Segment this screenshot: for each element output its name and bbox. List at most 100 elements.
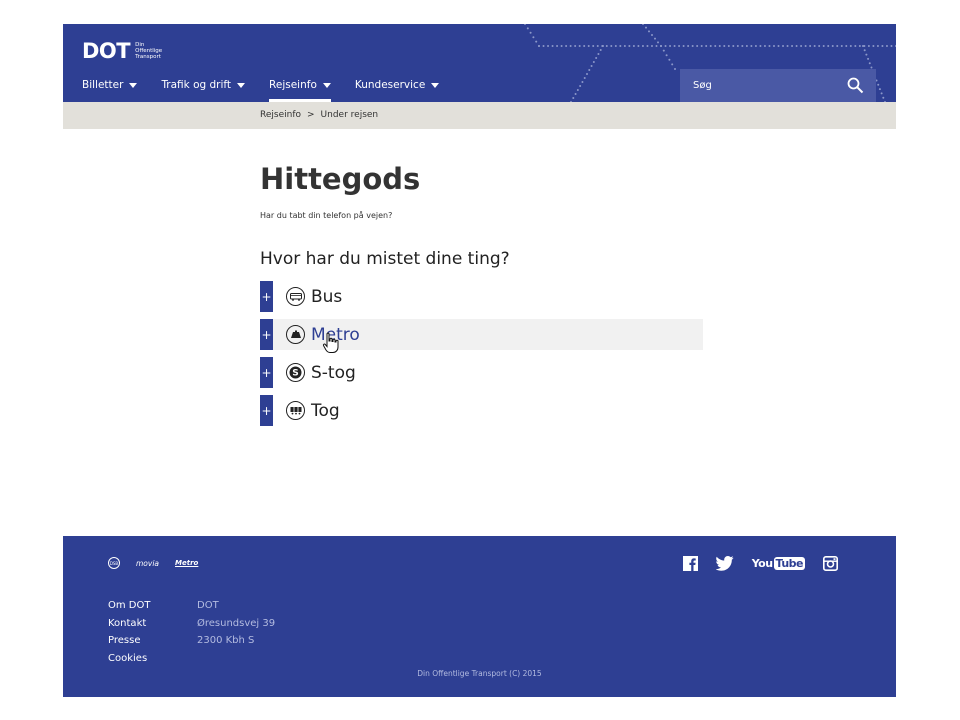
pattern-dot <box>845 45 848 47</box>
social-links: You Tube <box>665 556 838 571</box>
nav-item-trafik-og-drift[interactable]: Trafik og drift <box>161 79 246 91</box>
breadcrumb-link-rejseinfo[interactable]: Rejseinfo <box>260 110 301 120</box>
nav-item-kundeservice[interactable]: Kundeservice <box>355 79 440 91</box>
pattern-dot <box>596 45 599 47</box>
metro-logo[interactable]: Metro <box>175 559 198 567</box>
pattern-dot <box>786 45 789 47</box>
page-title: Hittegods <box>260 162 421 196</box>
site-footer: DSB movia Metro You Tube Om DOT Kontakt P… <box>63 536 896 697</box>
site-header: DOT Din Offentlige Transport Billetter T… <box>63 24 896 102</box>
svg-text:S: S <box>292 369 298 379</box>
youtube-text-tube: Tube <box>773 557 805 570</box>
pattern-dot <box>791 45 794 47</box>
pattern-dot <box>882 96 885 99</box>
pattern-dot <box>576 89 579 91</box>
caret-down-icon <box>237 82 246 88</box>
accordion-item-bus[interactable]: + Bus <box>260 281 703 312</box>
youtube-icon[interactable]: You Tube <box>752 557 805 570</box>
accordion-item-s-tog[interactable]: + S S-tog <box>260 357 703 388</box>
footer-link-presse[interactable]: Presse <box>108 632 150 650</box>
pattern-dot <box>862 45 864 47</box>
expand-plus-icon[interactable]: + <box>260 319 273 350</box>
pattern-dot <box>878 88 881 91</box>
pattern-dot <box>538 45 540 47</box>
pattern-dot <box>877 83 880 86</box>
pattern-dot <box>800 45 803 47</box>
footer-address: DOT Øresundsvej 39 2300 Kbh S <box>197 597 275 650</box>
pattern-dot <box>645 26 647 29</box>
pattern-dot <box>632 45 635 47</box>
footer-link-om-dot[interactable]: Om DOT <box>108 597 150 615</box>
pattern-dot <box>795 45 798 47</box>
pattern-dot <box>650 45 653 47</box>
section-heading: Hvor har du mistet dine ting? <box>260 249 510 269</box>
expand-plus-icon[interactable]: + <box>260 357 273 388</box>
pattern-dot <box>674 68 676 70</box>
expand-plus-icon[interactable]: + <box>260 281 273 312</box>
pattern-dot <box>662 49 665 52</box>
pattern-dot <box>642 24 644 25</box>
search-input[interactable] <box>693 80 843 91</box>
pattern-dot <box>583 77 586 79</box>
pattern-dot <box>741 45 744 47</box>
dot-logo[interactable]: DOT Din Offentlige Transport <box>82 39 175 63</box>
breadcrumb-bar: Rejseinfo > Under rejsen <box>63 102 896 129</box>
pattern-dot <box>687 45 690 47</box>
nav-item-rejseinfo[interactable]: Rejseinfo <box>269 79 331 102</box>
instagram-icon[interactable] <box>823 556 838 571</box>
pattern-dot <box>691 45 694 47</box>
pattern-dot <box>723 45 726 47</box>
logo-subtitle: Din Offentlige Transport <box>135 42 175 61</box>
accordion-item-tog[interactable]: + Tog <box>260 395 703 426</box>
pattern-dot <box>648 30 650 33</box>
nav-item-label: Billetter <box>82 79 124 91</box>
pattern-dot <box>547 45 550 47</box>
pattern-dot <box>535 40 538 43</box>
pattern-dot <box>880 92 883 95</box>
pattern-dot <box>623 45 626 47</box>
pattern-dot <box>586 73 588 75</box>
pattern-dot <box>818 45 821 47</box>
pattern-dot <box>750 45 753 47</box>
youtube-text-you: You <box>751 557 773 570</box>
pattern-dot <box>872 45 875 47</box>
pattern-dot <box>858 45 861 47</box>
expand-plus-icon[interactable]: + <box>260 395 273 426</box>
pattern-dot <box>595 57 598 59</box>
address-line: Øresundsvej 39 <box>197 617 276 629</box>
facebook-icon[interactable] <box>682 556 698 571</box>
intro-text: Har du tabt din telefon på vejen? <box>260 211 393 220</box>
pattern-dot <box>700 45 703 47</box>
pattern-dot <box>885 45 888 47</box>
footer-link-kontakt[interactable]: Kontakt <box>108 615 150 633</box>
pattern-dot <box>551 45 554 47</box>
movia-logo[interactable]: movia <box>136 559 159 568</box>
pattern-dot <box>668 58 671 61</box>
accordion-item-metro[interactable]: + Metro <box>260 319 703 353</box>
pattern-dot <box>529 31 532 34</box>
pattern-dot <box>768 45 771 47</box>
pattern-dot <box>804 45 807 47</box>
pattern-dot <box>718 45 721 47</box>
main-nav: Billetter Trafik og drift Rejseinfo Kund… <box>82 79 463 102</box>
pattern-dot <box>732 45 735 47</box>
twitter-icon[interactable] <box>715 556 734 571</box>
pattern-dot <box>524 24 526 25</box>
pattern-dot <box>809 45 812 47</box>
pattern-dot <box>542 45 545 47</box>
footer-link-cookies[interactable]: Cookies <box>108 650 150 668</box>
dsb-logo[interactable]: DSB <box>108 557 120 569</box>
accordion-label: Tog <box>311 400 340 421</box>
caret-down-icon <box>322 82 331 88</box>
search-icon[interactable] <box>847 77 864 94</box>
pattern-dot <box>532 36 535 39</box>
pattern-dot <box>865 53 868 56</box>
nav-item-billetter[interactable]: Billetter <box>82 79 138 91</box>
pattern-dot <box>696 45 699 47</box>
pattern-dot <box>863 49 866 52</box>
address-line: DOT <box>197 600 219 611</box>
pattern-dot <box>827 45 830 47</box>
pattern-dot <box>619 45 622 47</box>
pattern-dot <box>881 45 884 47</box>
pattern-dot <box>592 45 595 47</box>
